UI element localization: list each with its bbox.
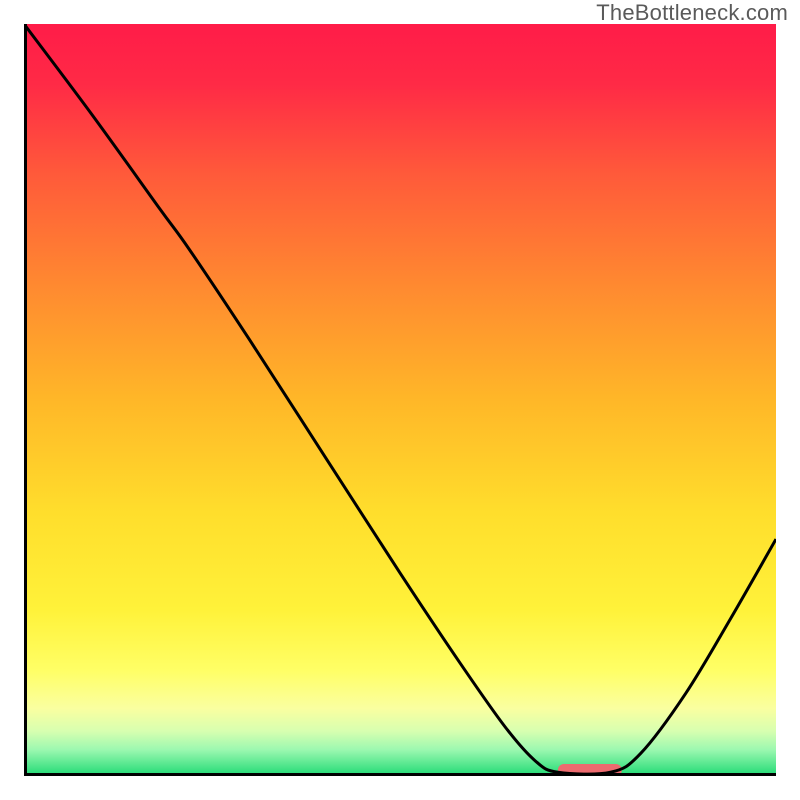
plot-area xyxy=(24,24,776,776)
gradient-background xyxy=(24,24,776,776)
attribution-label: TheBottleneck.com xyxy=(596,0,788,26)
chart-container: TheBottleneck.com xyxy=(0,0,800,800)
chart-svg xyxy=(24,24,776,776)
